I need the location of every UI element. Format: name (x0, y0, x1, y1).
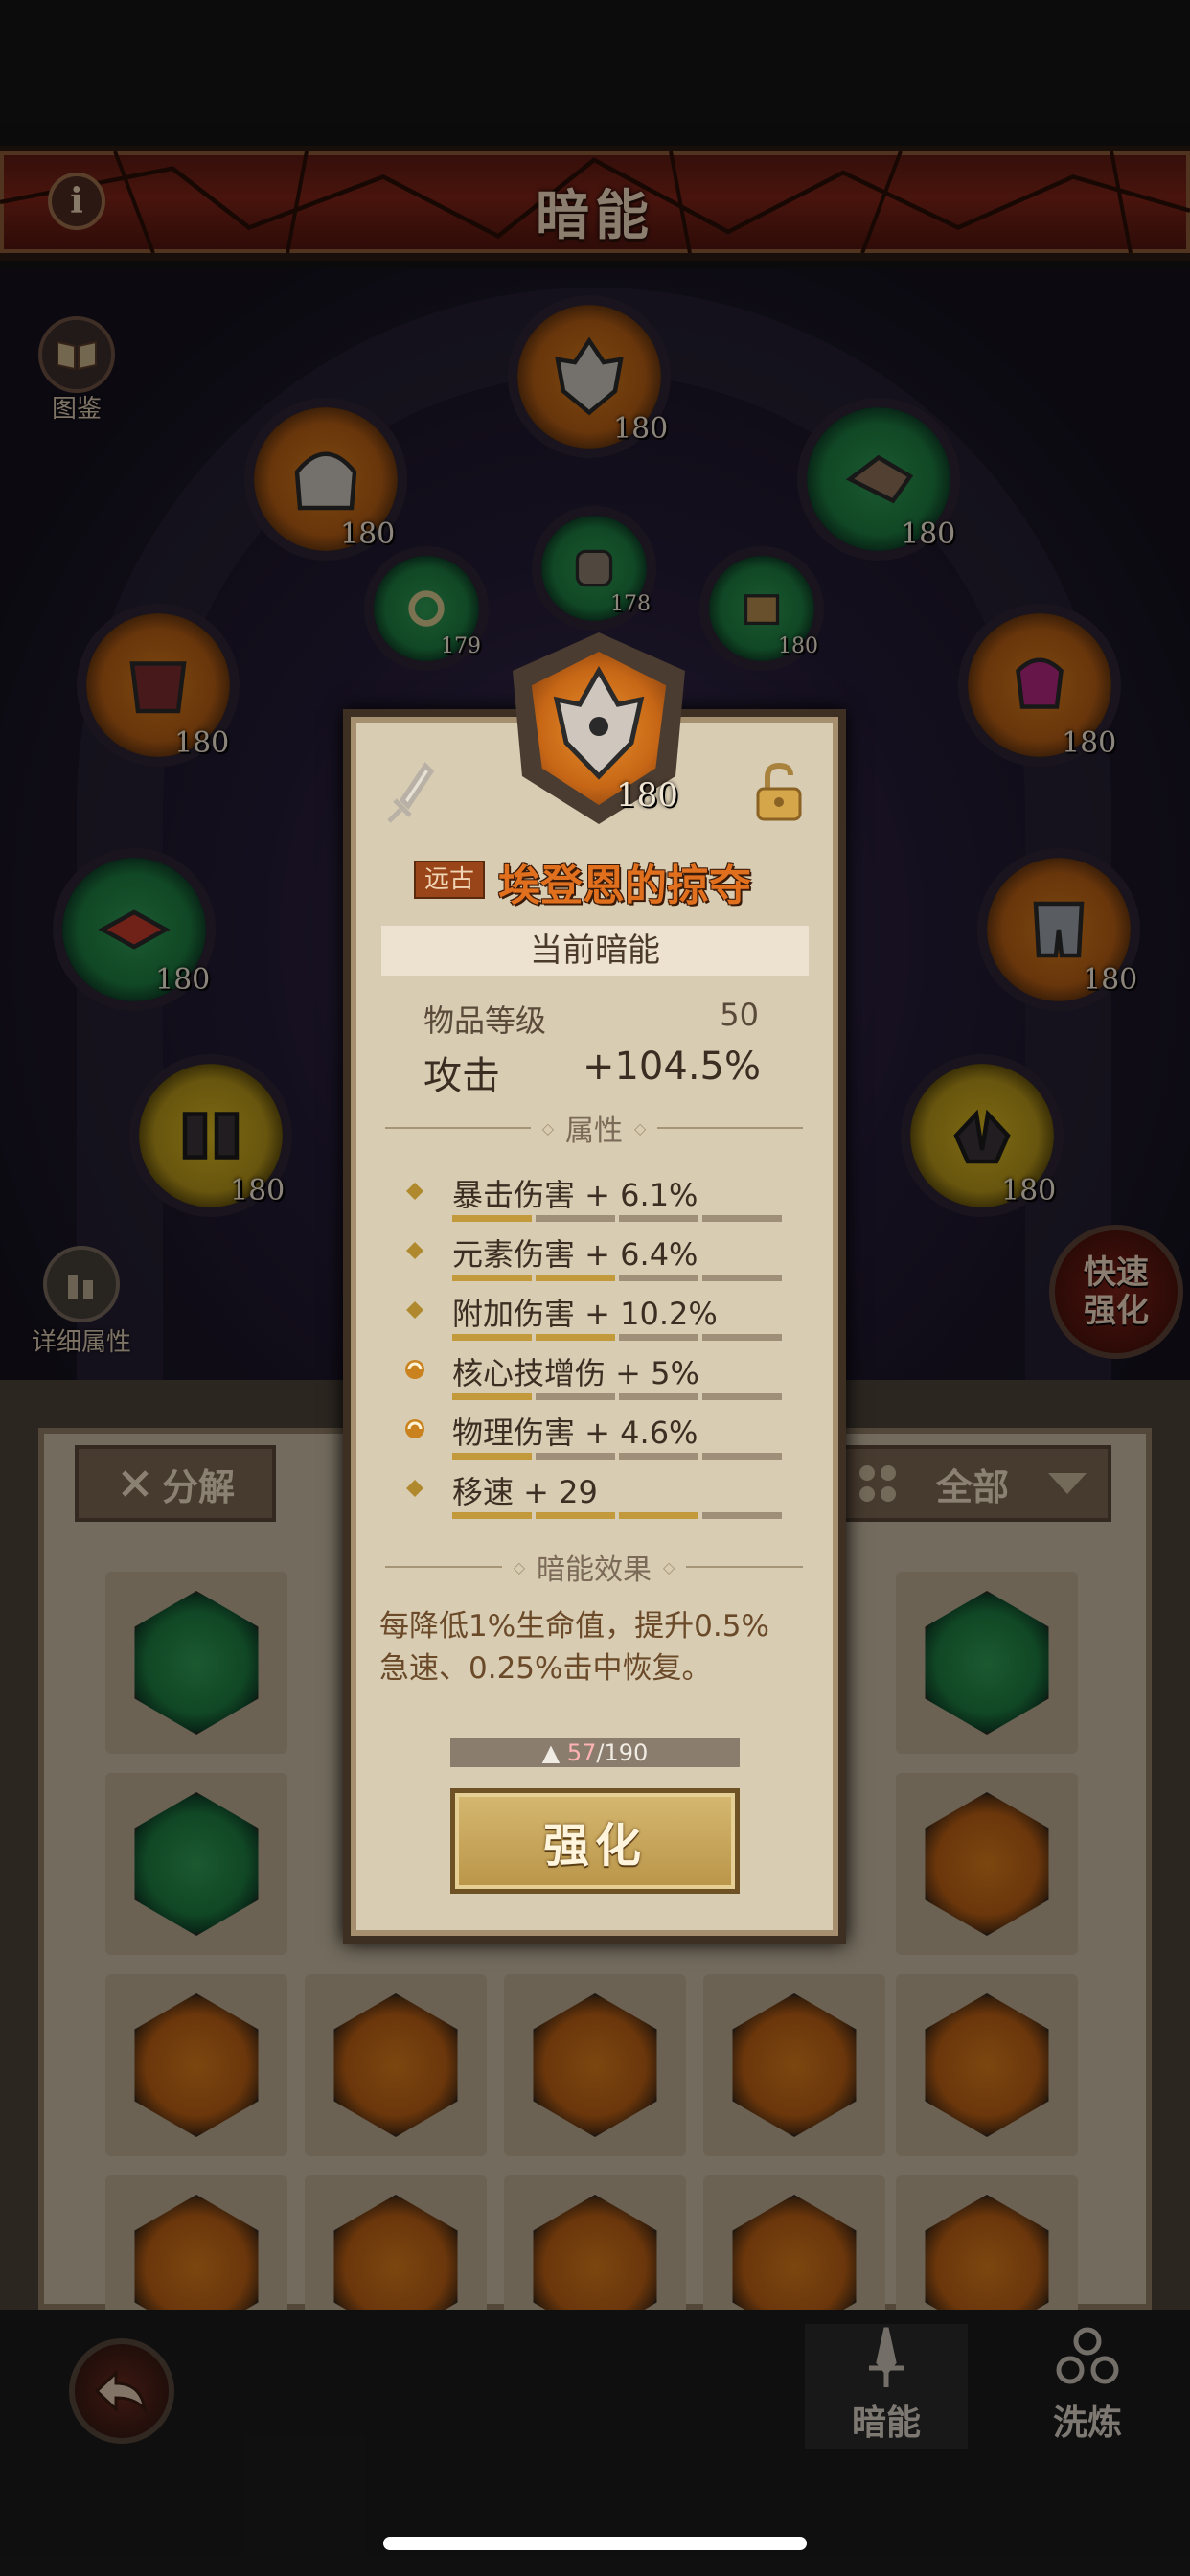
home-indicator[interactable] (383, 2537, 807, 2550)
attack-value: +104.5% (582, 1045, 761, 1089)
attribute-row: 暴击伤害 + 6.1% (402, 1171, 795, 1227)
attribute-row: 附加伤害 + 10.2% (402, 1290, 795, 1346)
cost-total: /190 (596, 1739, 649, 1766)
attribute-text: 暴击伤害 + 6.1% (452, 1177, 698, 1213)
item-level-value: 50 (720, 997, 759, 1033)
attributes-divider: ◇ 属性 ◇ (385, 1114, 803, 1148)
diamond-bullet-icon (406, 1242, 423, 1259)
attribute-text: 物理伤害 + 4.6% (452, 1414, 698, 1451)
attribute-roll-bar (452, 1275, 782, 1281)
unlock-icon[interactable] (752, 762, 806, 823)
swirl-bullet-icon (405, 1419, 424, 1438)
swirl-bullet-icon (405, 1360, 424, 1379)
item-emblem: 180 (503, 632, 695, 834)
effect-title: 暗能效果 (537, 1553, 652, 1587)
item-name: 埃登恩的掠夺 (498, 862, 751, 910)
attribute-roll-bar (452, 1215, 782, 1222)
attribute-text: 核心技增伤 + 5% (452, 1355, 699, 1392)
attribute-text: 移速 + 29 (452, 1474, 598, 1510)
effect-description: 每降低1%生命值，提升0.5% 急速、0.25%击中恢复。 (379, 1605, 816, 1690)
attack-label: 攻击 (423, 1054, 500, 1098)
attribute-row: 元素伤害 + 6.4% (402, 1230, 795, 1286)
attribute-roll-bar (452, 1512, 782, 1519)
attributes-title: 属性 (565, 1115, 623, 1148)
ore-icon: ▲ (541, 1739, 561, 1766)
effect-line: 每降低1%生命值，提升0.5% (379, 1609, 769, 1644)
attribute-row: 物理伤害 + 4.6% (402, 1409, 795, 1464)
attribute-roll-bar (452, 1393, 782, 1400)
diamond-bullet-icon (406, 1480, 423, 1497)
enhance-button[interactable]: 强化 (450, 1788, 740, 1894)
sword-icon (387, 762, 435, 823)
diamond-bullet-icon (406, 1183, 423, 1200)
attribute-roll-bar (452, 1453, 782, 1460)
item-level-badge: 180 (616, 776, 678, 815)
material-cost: ▲ 57/190 (450, 1738, 740, 1767)
attribute-text: 元素伤害 + 6.4% (452, 1236, 698, 1273)
section-current-energy: 当前暗能 (381, 926, 809, 976)
effect-divider: ◇ 暗能效果 ◇ (385, 1552, 803, 1587)
item-level-label: 物品等级 (423, 1002, 547, 1039)
attribute-text: 附加伤害 + 10.2% (452, 1296, 718, 1332)
attribute-roll-bar (452, 1334, 782, 1341)
effect-line: 急速、0.25%击中恢复。 (379, 1651, 712, 1686)
diamond-bullet-icon (406, 1301, 423, 1319)
attribute-row: 移速 + 29 (402, 1468, 795, 1524)
attribute-row: 核心技增伤 + 5% (402, 1349, 795, 1405)
rarity-badge: 远古 (414, 861, 485, 899)
cost-current: 57 (566, 1739, 597, 1766)
